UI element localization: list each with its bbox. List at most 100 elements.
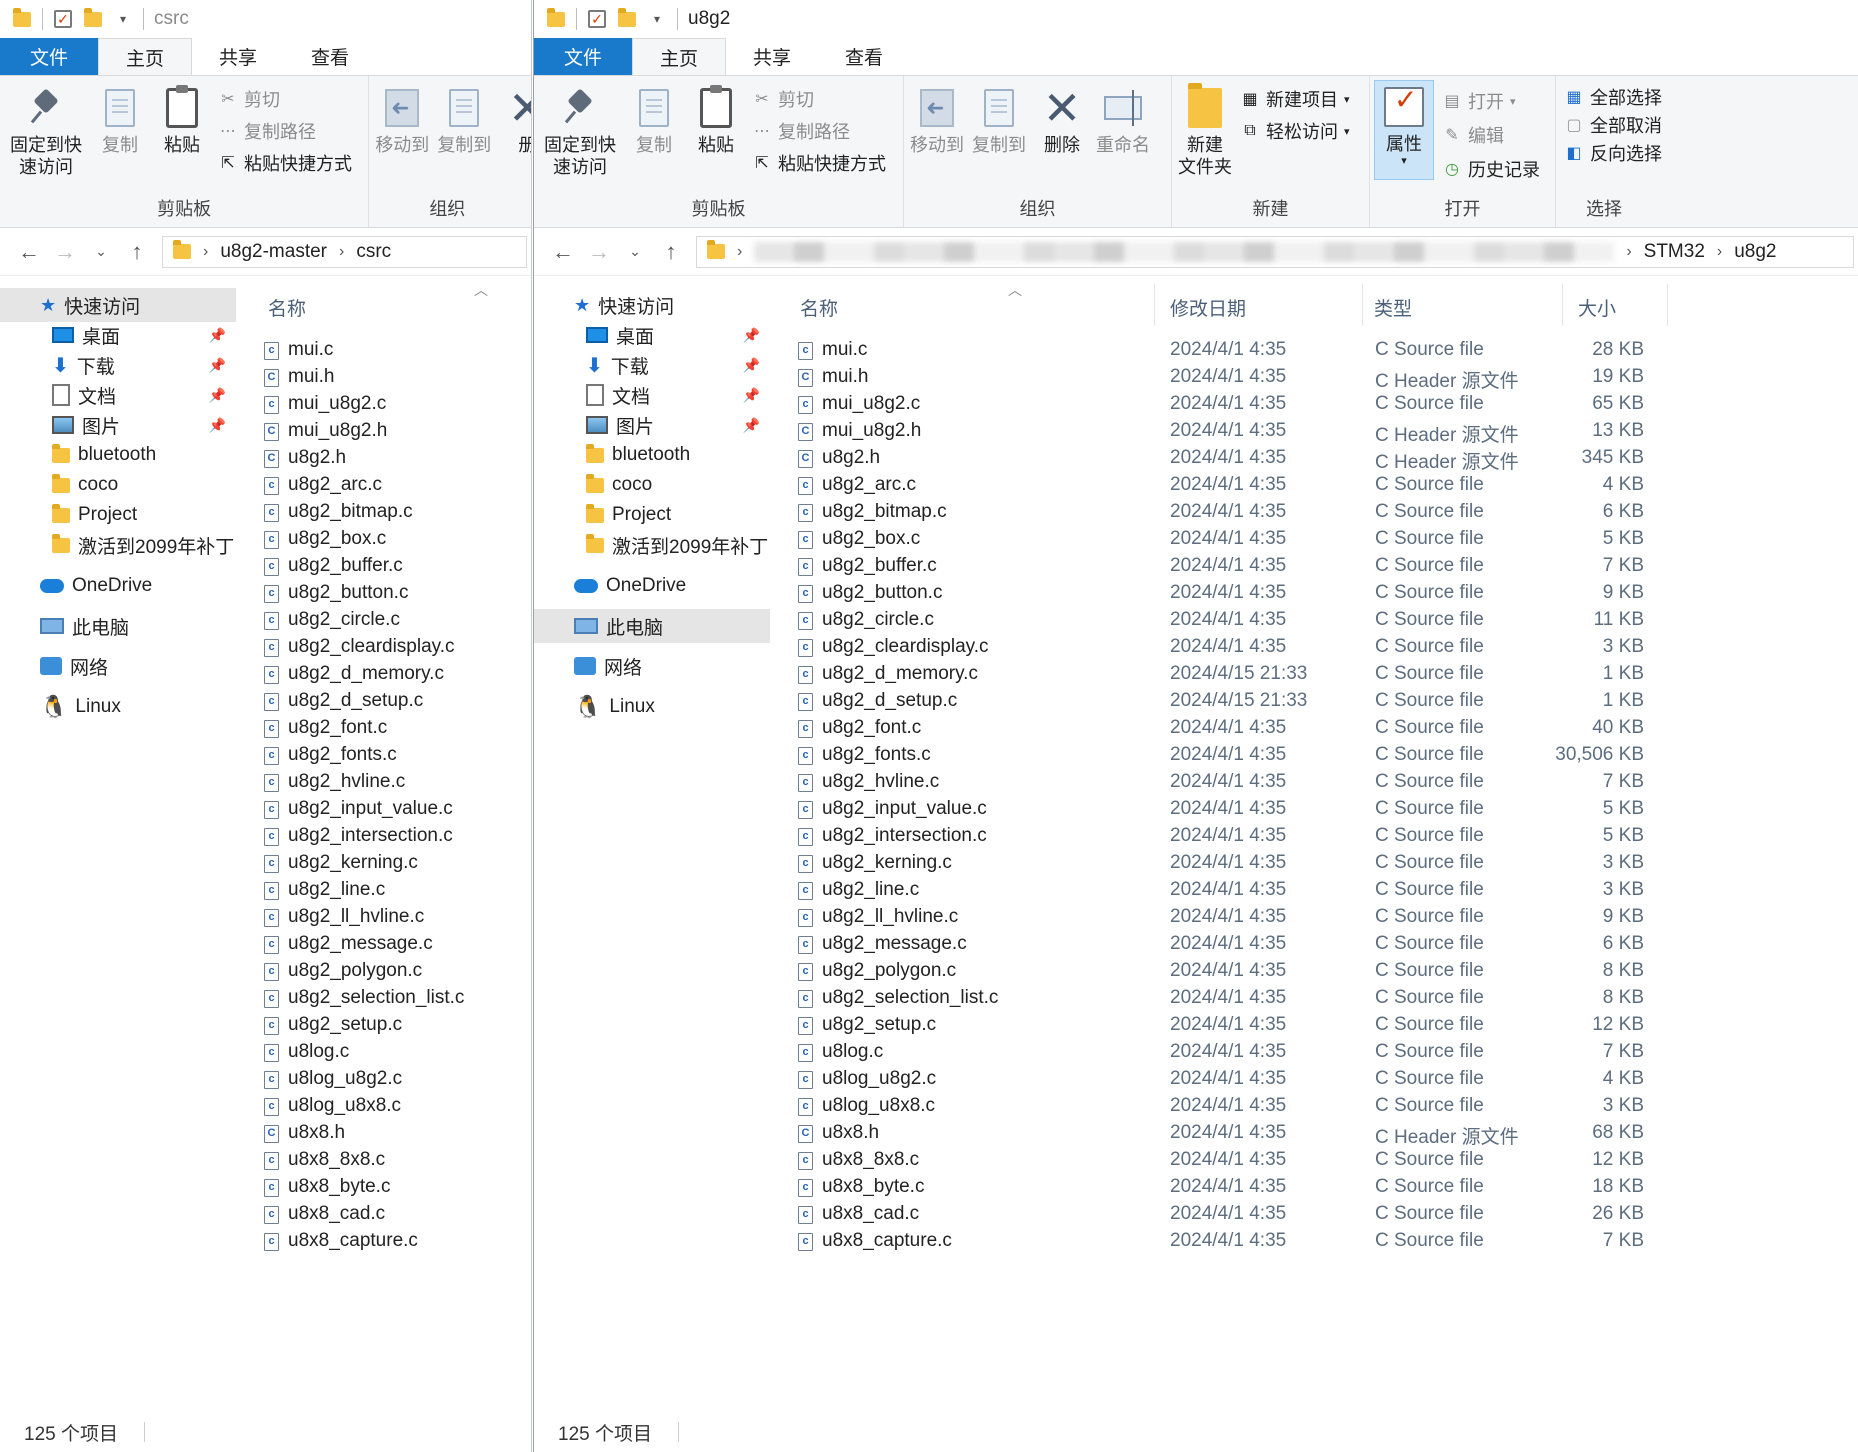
column-header-type[interactable]: 类型 xyxy=(1374,294,1412,321)
tab-share[interactable]: 共享 xyxy=(192,38,284,75)
nav-pictures[interactable]: 图片 📌 xyxy=(0,408,236,442)
nav-this-pc[interactable]: 此电脑 xyxy=(534,609,770,643)
file-row[interactable]: c u8g2_font.c xyxy=(238,716,531,743)
nav-folder-patch[interactable]: 激活到2099年补丁 xyxy=(534,528,770,562)
nav-linux[interactable]: 🐧 Linux xyxy=(0,690,236,724)
move-to-button[interactable]: 移动到 xyxy=(375,86,429,156)
recent-dropdown-icon[interactable]: ⌄ xyxy=(90,243,112,260)
file-row[interactable]: c u8g2_box.c 2024/4/1 4:35 C Source file 5 K… xyxy=(772,527,1858,554)
file-row[interactable]: c u8g2_button.c xyxy=(238,581,531,608)
file-row[interactable]: c u8g2_line.c 2024/4/1 4:35 C Source file 3 … xyxy=(772,878,1858,905)
file-row[interactable]: Cu8x8.h xyxy=(238,1121,531,1148)
file-row[interactable]: c u8g2_kerning.c 2024/4/1 4:35 C Source fil… xyxy=(772,851,1858,878)
forward-arrow-icon[interactable]: → xyxy=(54,239,76,265)
column-header-name[interactable]: 名称 xyxy=(800,294,838,321)
file-row[interactable]: c u8g2_polygon.c 2024/4/1 4:35 C Source fil… xyxy=(772,959,1858,986)
file-row[interactable]: c u8g2_ll_hvline.c 2024/4/1 4:35 C Source f… xyxy=(772,905,1858,932)
file-row[interactable]: c u8g2_buffer.c xyxy=(238,554,531,581)
paste-shortcut-button[interactable]: ⇱ 粘贴快捷方式 xyxy=(218,150,352,176)
breadcrumb-item[interactable]: STM32 xyxy=(1644,241,1705,263)
file-row[interactable]: c u8g2_intersection.c xyxy=(238,824,531,851)
file-row[interactable]: c u8g2_button.c 2024/4/1 4:35 C Source file… xyxy=(772,581,1858,608)
file-row[interactable]: c u8x8_cad.c 2024/4/1 4:35 C Source file 26 … xyxy=(772,1202,1858,1229)
nav-desktop[interactable]: 桌面 📌 xyxy=(0,318,236,352)
file-row[interactable]: c u8g2_intersection.c 2024/4/1 4:35 C Sourc… xyxy=(772,824,1858,851)
breadcrumb-item[interactable]: u8g2 xyxy=(1734,241,1776,263)
file-row[interactable]: c u8log.c 2024/4/1 4:35 C Source file 7 KB xyxy=(772,1040,1858,1067)
rename-button[interactable]: 重命名 xyxy=(1096,86,1150,156)
file-row[interactable]: c u8g2_ll_hvline.c xyxy=(238,905,531,932)
pin-icon[interactable]: 📌 xyxy=(209,417,226,434)
tab-share[interactable]: 共享 xyxy=(726,38,818,75)
column-header-size[interactable]: 大小 xyxy=(1578,294,1616,321)
delete-button[interactable]: ✕ 删除 xyxy=(1040,85,1084,156)
file-row[interactable]: c u8g2_cleardisplay.c 2024/4/1 4:35 C Sourc… xyxy=(772,635,1858,662)
file-row[interactable]: c u8g2_polygon.c xyxy=(238,959,531,986)
file-row[interactable]: c u8g2_input_value.c 2024/4/1 4:35 C Source… xyxy=(772,797,1858,824)
nav-desktop[interactable]: 桌面 📌 xyxy=(534,318,770,352)
file-row[interactable]: c u8g2_buffer.c 2024/4/1 4:35 C Source file… xyxy=(772,554,1858,581)
select-all-button[interactable]: ▦ 全部选择 xyxy=(1564,84,1662,110)
column-header-name[interactable]: 名称 xyxy=(268,294,306,321)
tab-file[interactable]: 文件 xyxy=(0,38,99,75)
nav-downloads[interactable]: ⬇ 下载 📌 xyxy=(0,348,236,382)
paste-shortcut-button[interactable]: ⇱ 粘贴快捷方式 xyxy=(752,150,886,176)
back-arrow-icon[interactable]: ← xyxy=(18,239,40,265)
folder-icon[interactable] xyxy=(546,7,566,29)
folder-icon[interactable] xyxy=(12,7,32,29)
file-row[interactable]: c u8g2_d_setup.c xyxy=(238,689,531,716)
breadcrumb-item[interactable]: u8g2-master xyxy=(220,241,327,263)
file-row[interactable]: c u8g2_selection_list.c xyxy=(238,986,531,1013)
nav-onedrive[interactable]: OneDrive xyxy=(0,569,236,603)
nav-quick-access[interactable]: ★ 快速访问 xyxy=(0,288,236,322)
new-item-button[interactable]: ▦ 新建项目 ▾ xyxy=(1240,86,1349,112)
nav-folder-project[interactable]: Project xyxy=(0,498,236,532)
file-row[interactable]: Cmui_u8g2.h xyxy=(238,419,531,446)
nav-onedrive[interactable]: OneDrive xyxy=(534,569,770,603)
invert-selection-button[interactable]: ◧ 反向选择 xyxy=(1564,140,1662,166)
copy-to-button[interactable]: 复制到 xyxy=(972,86,1026,156)
up-arrow-icon[interactable]: ↑ xyxy=(660,239,682,265)
nav-folder-bluetooth[interactable]: bluetooth xyxy=(534,438,770,472)
copy-path-button[interactable]: ⋯ 复制路径 xyxy=(752,118,850,144)
chevron-right-icon[interactable]: › xyxy=(339,243,344,261)
nav-folder-bluetooth[interactable]: bluetooth xyxy=(0,438,236,472)
pin-quick-access-button[interactable]: 固定到快 速访问 xyxy=(10,86,82,178)
up-arrow-icon[interactable]: ↑ xyxy=(126,239,148,265)
nav-documents[interactable]: 文档 📌 xyxy=(534,378,770,412)
pin-icon[interactable]: 📌 xyxy=(743,327,760,344)
chevron-right-icon[interactable]: › xyxy=(203,243,208,261)
edit-button[interactable]: ✎ 编辑 xyxy=(1442,122,1504,148)
new-folder-button[interactable]: 新建 文件夹 xyxy=(1178,83,1232,178)
properties-check-icon[interactable]: ✓ xyxy=(587,9,607,29)
file-row[interactable]: c u8g2_message.c 2024/4/1 4:35 C Source fil… xyxy=(772,932,1858,959)
nav-network[interactable]: 网络 xyxy=(0,649,236,683)
back-arrow-icon[interactable]: ← xyxy=(552,239,574,265)
nav-downloads[interactable]: ⬇ 下载 📌 xyxy=(534,348,770,382)
file-row[interactable]: c u8x8_byte.c 2024/4/1 4:35 C Source file 18… xyxy=(772,1175,1858,1202)
file-row[interactable]: c u8log_u8x8.c 2024/4/1 4:35 C Source file 3… xyxy=(772,1094,1858,1121)
file-row[interactable]: c u8g2_line.c xyxy=(238,878,531,905)
file-row[interactable]: Cmui.h xyxy=(238,365,531,392)
customize-dropdown-icon[interactable]: ▾ xyxy=(647,9,667,29)
file-row[interactable]: c u8g2_circle.c xyxy=(238,608,531,635)
nav-this-pc[interactable]: 此电脑 xyxy=(0,609,236,643)
file-row[interactable]: c u8log_u8g2.c 2024/4/1 4:35 C Source file 4… xyxy=(772,1067,1858,1094)
new-folder-icon[interactable] xyxy=(83,7,103,29)
breadcrumb[interactable]: › › STM32 › u8g2 xyxy=(696,235,1854,268)
copy-to-button[interactable]: 复制到 xyxy=(437,86,491,156)
file-row[interactable]: c mui.c xyxy=(238,338,531,365)
file-row[interactable]: c u8g2_bitmap.c xyxy=(238,500,531,527)
tab-view[interactable]: 查看 xyxy=(818,38,910,75)
nav-folder-coco[interactable]: coco xyxy=(0,468,236,502)
pin-icon[interactable]: 📌 xyxy=(743,387,760,404)
select-none-button[interactable]: ▢ 全部取消 xyxy=(1564,112,1662,138)
file-row[interactable]: c u8g2_setup.c xyxy=(238,1013,531,1040)
open-button[interactable]: ▤ 打开 ▾ xyxy=(1442,88,1515,114)
file-row[interactable]: c u8g2_circle.c 2024/4/1 4:35 C Source file… xyxy=(772,608,1858,635)
file-row[interactable]: c u8log_u8x8.c xyxy=(238,1094,531,1121)
nav-quick-access[interactable]: ★ 快速访问 xyxy=(534,288,770,322)
file-row[interactable]: c u8x8_cad.c xyxy=(238,1202,531,1229)
file-row[interactable]: c u8log_u8g2.c xyxy=(238,1067,531,1094)
chevron-right-icon[interactable]: › xyxy=(1626,243,1631,261)
